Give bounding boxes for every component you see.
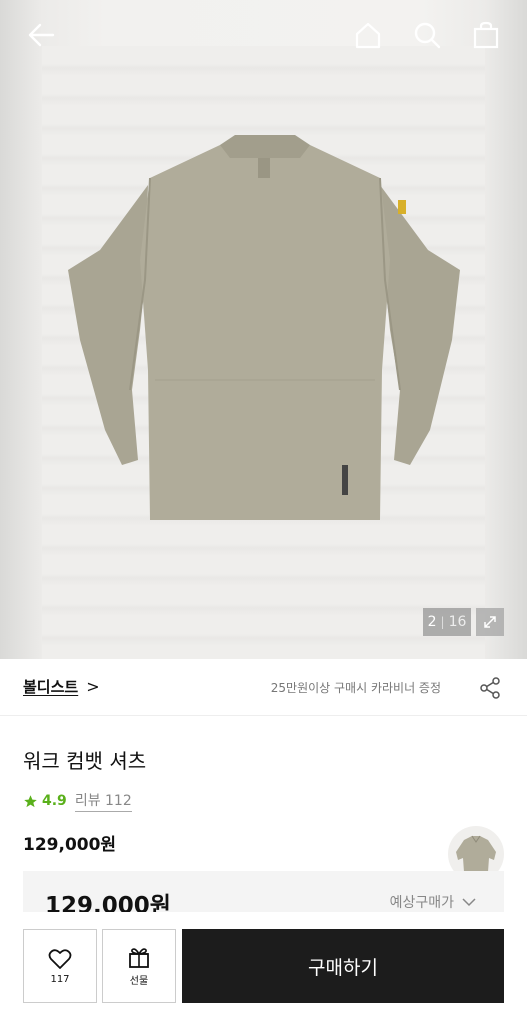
arrow-left-icon	[28, 23, 55, 47]
image-counter: 2 | 16	[423, 608, 471, 636]
bottom-action-bar: 117 선물 구매하기	[0, 912, 527, 1024]
product-image-gallery[interactable]: 2 | 16	[0, 0, 527, 659]
buy-button[interactable]: 구매하기	[182, 929, 504, 1003]
cart-button[interactable]	[469, 18, 503, 52]
brand-link[interactable]: 볼디스트 >	[23, 676, 100, 697]
like-count: 117	[50, 973, 70, 985]
product-title: 워크 컴뱃 셔츠	[23, 749, 147, 773]
brand-row: 볼디스트 > 25만원이상 구매시 카라비너 증정	[0, 659, 527, 716]
share-icon[interactable]	[478, 676, 502, 700]
product-price: 129,000원	[23, 835, 117, 855]
home-button[interactable]	[351, 18, 385, 52]
search-button[interactable]	[410, 18, 444, 52]
image-counter-current: 2	[427, 614, 437, 630]
top-navigation-bar	[0, 0, 527, 70]
chevron-down-icon	[462, 898, 476, 907]
shopping-bag-icon	[473, 21, 499, 49]
expected-price-label: 예상구매가	[389, 895, 454, 911]
image-counter-separator: |	[440, 615, 445, 629]
gift-label: 선물	[129, 975, 149, 987]
product-image	[68, 135, 460, 520]
like-button[interactable]: 117	[23, 929, 97, 1003]
expand-icon	[484, 616, 496, 628]
home-icon	[355, 22, 381, 49]
chevron-right-icon: >	[86, 677, 100, 696]
gift-icon	[129, 947, 149, 968]
brand-name: 볼디스트	[23, 678, 79, 696]
rating-score: 4.9	[42, 793, 67, 809]
review-count-link[interactable]: 리뷰 112	[74, 790, 132, 812]
expand-image-button[interactable]	[476, 608, 504, 636]
promo-text: 25만원이상 구매시 카라비너 증정	[270, 681, 441, 695]
search-icon	[414, 22, 441, 49]
gift-button[interactable]: 선물	[102, 929, 176, 1003]
heart-icon	[48, 948, 72, 969]
star-icon	[24, 794, 37, 807]
image-counter-total: 16	[448, 614, 467, 630]
expected-price-toggle[interactable]: 예상구매가	[390, 892, 476, 912]
rating-row[interactable]: 4.9 리뷰 112	[23, 790, 132, 812]
back-button[interactable]	[24, 18, 58, 52]
